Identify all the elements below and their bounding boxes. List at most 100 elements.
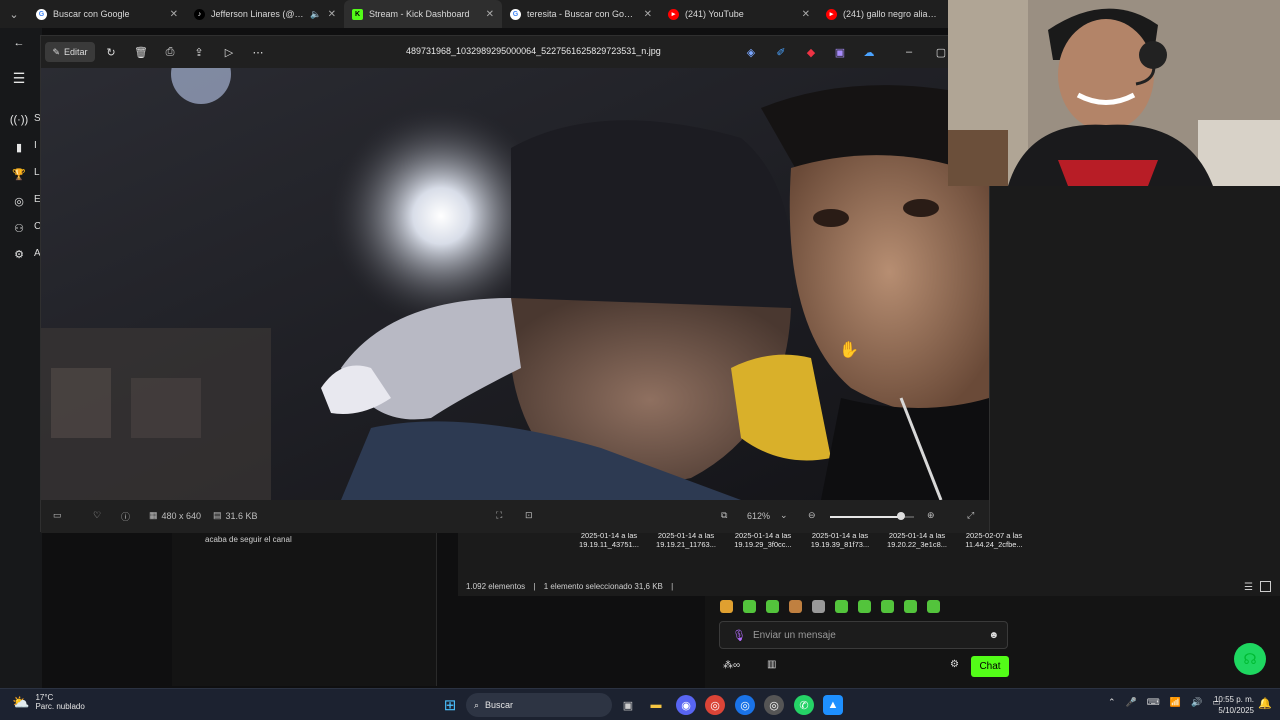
paint-icon[interactable]: ◆	[804, 42, 818, 62]
browser-tab-active[interactable]: K Stream - Kick Dashboard ✕	[344, 0, 502, 28]
zoom-slider-thumb[interactable]	[897, 512, 906, 520]
support-chat-button[interactable]: ☊	[1234, 643, 1266, 675]
emote-row	[720, 600, 940, 613]
browser-tab[interactable]: ♪ Jefferson Linares (@jefferso 🔈 ✕	[186, 0, 344, 28]
chrome-canary-icon[interactable]: ◎	[764, 695, 784, 715]
weather-widget[interactable]: ⛅ 17°C Parc. nublado	[12, 693, 85, 711]
fit-to-window-icon[interactable]: ⛶	[496, 510, 502, 521]
tab-title: (241) gallo negro alianza lima	[843, 9, 940, 19]
close-tab-icon[interactable]: ✕	[802, 9, 810, 20]
zoom-in-icon[interactable]: ⊕	[927, 510, 935, 521]
wifi-icon[interactable]: 📶	[1170, 697, 1181, 708]
gear-icon[interactable]: ⚙	[12, 247, 26, 261]
emote-icon[interactable]	[927, 600, 940, 613]
file-item[interactable]: 2025-01-14 a las 19.19.29_3f0cc...	[726, 531, 800, 549]
file-name: 489731968_1032989295000064_5227561625829…	[406, 46, 661, 56]
emote-icon[interactable]	[858, 600, 871, 613]
zoom-slider[interactable]	[830, 512, 914, 520]
close-tab-icon[interactable]: ✕	[328, 9, 336, 20]
hamburger-menu-icon[interactable]: ☰	[12, 70, 26, 86]
print-icon[interactable]: ⎙	[162, 42, 178, 62]
fullscreen-icon[interactable]: ⤢	[967, 510, 974, 521]
browser-tab[interactable]: ▸ (241) YouTube ✕	[660, 0, 818, 28]
details-view-icon[interactable]: ☰	[1244, 582, 1253, 593]
sidebar-item-label[interactable]: L	[34, 167, 40, 178]
chevron-up-icon[interactable]: ⌃	[1108, 697, 1116, 708]
youtube-icon: ▸	[826, 8, 837, 20]
emote-icon[interactable]	[766, 600, 779, 613]
browser-tab[interactable]: G Buscar con Google ✕	[28, 0, 186, 28]
emote-icon[interactable]	[812, 600, 825, 613]
microphone-icon[interactable]: 🎤	[1126, 697, 1137, 708]
crop-icon[interactable]: ⧉	[721, 510, 727, 521]
points-icon[interactable]: ⁂∞	[723, 660, 740, 671]
zoom-level-dropdown[interactable]: 612% ⌄	[747, 510, 788, 521]
notification-bell-icon[interactable]: 🔔	[1258, 697, 1272, 710]
delete-icon[interactable]: 🗑	[133, 42, 149, 62]
favorite-heart-icon[interactable]: ♡	[93, 510, 101, 521]
more-options-icon[interactable]: ⋯	[250, 42, 266, 62]
trophy-icon[interactable]: 🏆	[12, 167, 26, 181]
keyboard-icon[interactable]: ⌨	[1147, 697, 1160, 708]
target-icon[interactable]: ◎	[12, 194, 26, 208]
speaker-icon[interactable]: 🔈	[310, 9, 321, 20]
designer-icon[interactable]: ✐	[774, 42, 788, 62]
chrome-icon[interactable]: ◎	[705, 695, 725, 715]
browser-tab[interactable]: G teresita - Buscar con Google ✕	[502, 0, 660, 28]
file-item[interactable]: 2025-01-14 a las 19.20.22_3e1c8...	[880, 531, 954, 549]
file-item[interactable]: 2025-01-14 a las 19.19.39_81f73...	[803, 531, 877, 549]
file-item[interactable]: 2025-01-14 a las 19.19.21_11763...	[649, 531, 723, 549]
file-explorer-icon[interactable]: ▬	[646, 695, 666, 715]
broadcast-icon[interactable]: ((·))	[10, 113, 28, 127]
minimize-icon[interactable]: –	[902, 42, 916, 62]
slideshow-icon[interactable]: ▷	[221, 42, 237, 62]
windows-start-icon[interactable]: ⊞	[440, 695, 460, 715]
volume-icon[interactable]: 🔊	[1191, 697, 1202, 708]
emote-icon[interactable]	[881, 600, 894, 613]
discord-icon[interactable]: ◉	[676, 695, 696, 715]
file-item[interactable]: 2025-01-14 a las 19.19.11_43751...	[572, 531, 646, 549]
close-tab-icon[interactable]: ✕	[486, 9, 494, 20]
follow-event-text: acaba de seguir el canal	[205, 535, 292, 544]
actual-size-icon[interactable]: ⊡	[525, 510, 533, 521]
sidebar-item-label[interactable]: I	[34, 140, 37, 151]
clipchamp-icon[interactable]: ▣	[833, 42, 847, 62]
emoji-icon[interactable]: ☻	[988, 630, 999, 641]
emote-icon[interactable]	[743, 600, 756, 613]
chart-icon[interactable]: ▮	[12, 140, 26, 154]
taskbar-search[interactable]: ⌕ Buscar	[466, 693, 612, 717]
whatsapp-icon[interactable]: ✆	[794, 695, 814, 715]
microphone-icon[interactable]: 🎙	[732, 629, 746, 642]
emote-icon[interactable]	[904, 600, 917, 613]
info-icon[interactable]: ⓘ	[121, 510, 130, 523]
back-arrow-icon[interactable]: ←	[12, 36, 26, 50]
emote-icon[interactable]	[835, 600, 848, 613]
chat-placeholder: Enviar un mensaje	[753, 629, 836, 641]
edit-button[interactable]: ✎ Editar	[45, 42, 95, 62]
chat-send-button[interactable]: Chat	[971, 656, 1009, 677]
copilot-icon[interactable]: ◈	[744, 42, 758, 62]
system-clock[interactable]: 10:55 p. m. 5/10/2025	[1210, 694, 1254, 716]
emote-icon[interactable]	[789, 600, 802, 613]
file-item[interactable]: 2025-02-07 a las 11.44.24_2cfbe...	[957, 531, 1031, 549]
task-view-icon[interactable]: ▣	[618, 695, 638, 715]
onedrive-off-icon[interactable]: ☁	[862, 42, 876, 62]
filmstrip-icon[interactable]: ▭	[53, 510, 62, 521]
emote-icon[interactable]	[720, 600, 733, 613]
chat-settings-icon[interactable]: ⚙	[950, 659, 959, 670]
store-icon[interactable]: ▥	[767, 659, 776, 670]
chat-message-input[interactable]: 🎙 Enviar un mensaje ☻	[719, 621, 1008, 649]
close-tab-icon[interactable]: ✕	[644, 9, 652, 20]
browser-tab[interactable]: ▸ (241) gallo negro alianza lima	[818, 0, 948, 28]
photos-icon[interactable]: ▲	[823, 695, 843, 715]
chrome-profile-icon[interactable]: ◎	[735, 695, 755, 715]
maximize-icon[interactable]: ▢	[934, 42, 948, 62]
tab-search-menu-icon[interactable]: ⌄	[0, 0, 28, 28]
zoom-out-icon[interactable]: ⊖	[808, 510, 816, 521]
displayed-photo[interactable]: ✋	[41, 68, 989, 500]
share-icon[interactable]: ⇪	[191, 42, 207, 62]
people-icon[interactable]: ⚇	[12, 221, 26, 235]
thumbnail-view-icon[interactable]	[1260, 581, 1271, 592]
close-tab-icon[interactable]: ✕	[170, 9, 178, 20]
rotate-icon[interactable]: ↻	[103, 42, 119, 62]
